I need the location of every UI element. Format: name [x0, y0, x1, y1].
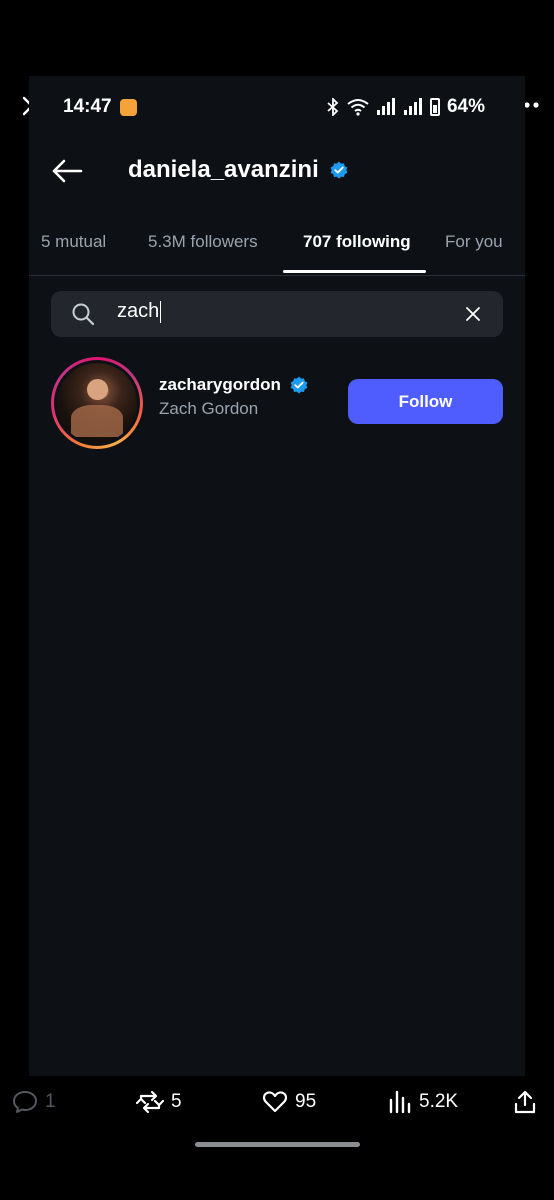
- phone-screenshot: 14:47 64% daniela_avanzini 5 mutual 5.3M…: [29, 76, 525, 1076]
- page-title: daniela_avanzini: [128, 156, 349, 184]
- bluetooth-icon: [327, 98, 339, 116]
- avatar: [57, 363, 137, 443]
- verified-badge-icon: [290, 376, 308, 394]
- heart-icon: [262, 1091, 288, 1113]
- back-button[interactable]: [49, 154, 85, 188]
- search-bar[interactable]: zach: [51, 291, 503, 337]
- profile-header: daniela_avanzini: [29, 146, 525, 196]
- status-indicators: 64%: [326, 96, 485, 118]
- repost-count: 5: [171, 1091, 182, 1112]
- reply-count: 1: [45, 1091, 56, 1112]
- battery-level: 64%: [446, 96, 485, 117]
- user-list-item[interactable]: zacharygordon Zach Gordon Follow: [51, 357, 503, 449]
- view-count: 5.2K: [419, 1091, 459, 1112]
- views-chart-icon: [389, 1090, 411, 1114]
- tab-mutual[interactable]: 5 mutual: [41, 232, 106, 252]
- active-tab-indicator: [283, 270, 426, 273]
- reply-action[interactable]: 1: [12, 1090, 56, 1114]
- search-query: zach: [117, 300, 160, 322]
- signal-icon: [376, 98, 395, 115]
- notification-app-icon: [120, 99, 137, 116]
- share-icon: [514, 1090, 536, 1114]
- clear-icon: [466, 307, 480, 321]
- post-action-bar: 1 5 95 5.2K: [0, 1080, 554, 1130]
- search-input[interactable]: zach: [117, 300, 162, 323]
- profile-username: daniela_avanzini: [128, 156, 319, 183]
- views-action[interactable]: 5.2K: [388, 1090, 458, 1114]
- follow-button[interactable]: Follow: [348, 379, 503, 424]
- tab-followers[interactable]: 5.3M followers: [148, 232, 258, 252]
- like-action[interactable]: 95: [262, 1090, 316, 1114]
- status-time: 14:47: [63, 96, 112, 117]
- result-username-row: zacharygordon: [159, 375, 309, 395]
- story-ring[interactable]: [51, 357, 143, 449]
- comment-icon: [13, 1091, 37, 1113]
- status-bar: 14:47 64%: [29, 76, 525, 140]
- result-full-name: Zach Gordon: [159, 399, 259, 418]
- wifi-icon: [347, 99, 369, 116]
- repost-icon: [136, 1090, 164, 1114]
- repost-action[interactable]: 5: [136, 1090, 182, 1114]
- like-count: 95: [295, 1091, 317, 1112]
- tab-following[interactable]: 707 following: [303, 232, 411, 252]
- back-arrow-icon: [52, 159, 83, 183]
- clear-search-button[interactable]: [461, 302, 485, 326]
- verified-badge-icon: [330, 161, 348, 179]
- search-icon: [72, 303, 95, 326]
- home-indicator[interactable]: [195, 1142, 360, 1147]
- tab-for-you[interactable]: For you: [445, 232, 503, 252]
- result-username: zacharygordon: [159, 375, 281, 394]
- signal-icon-2: [403, 98, 422, 115]
- follow-tabs: 5 mutual 5.3M followers 707 following Fo…: [29, 224, 525, 276]
- battery-icon: [429, 98, 440, 116]
- text-cursor: [160, 300, 162, 323]
- share-action[interactable]: [513, 1090, 537, 1114]
